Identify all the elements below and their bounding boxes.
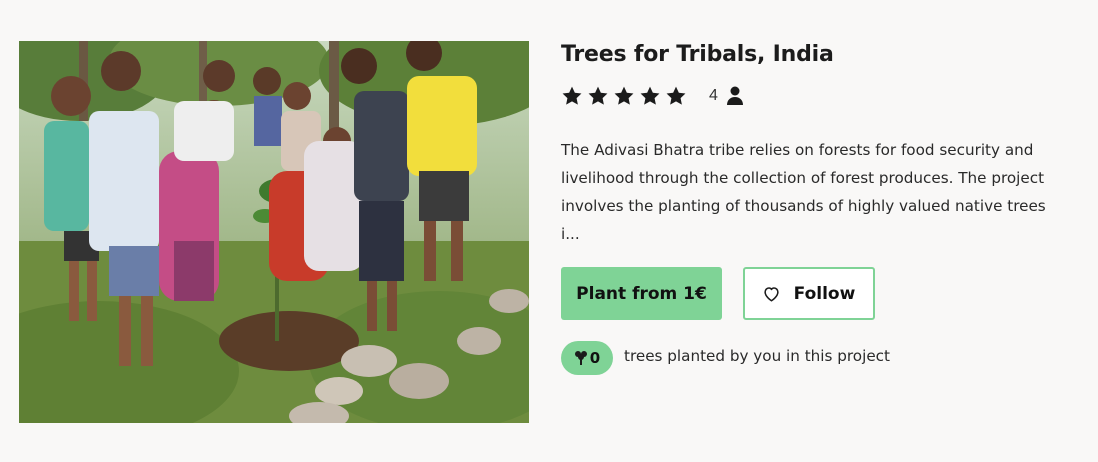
project-title[interactable]: Trees for Tribals, India: [561, 42, 834, 67]
project-photo-illustration: [19, 41, 529, 423]
project-photo[interactable]: [19, 41, 529, 423]
person-icon: [726, 86, 743, 105]
trees-planted-badge: 0: [561, 341, 613, 375]
project-description: The Adivasi Bhatra tribe relies on fores…: [561, 141, 1046, 243]
star-icon: [614, 86, 634, 105]
rating-count: 4: [709, 87, 718, 104]
trees-planted-note: trees planted by you in this project: [624, 347, 890, 365]
follow-button[interactable]: Follow: [743, 267, 875, 320]
star-icon: [666, 86, 686, 105]
star-icon: [562, 86, 582, 105]
star-icon: [640, 86, 660, 105]
project-card: Trees for Tribals, India 4 The Adivasi B…: [0, 0, 1098, 462]
follow-label: Follow: [793, 283, 856, 304]
tree-icon: [574, 351, 587, 365]
star-icon: [588, 86, 608, 105]
plant-button[interactable]: Plant from 1€: [561, 267, 722, 320]
trees-planted-count: 0: [589, 349, 601, 367]
heart-icon: [764, 286, 779, 302]
rating-row: 4: [561, 84, 744, 108]
